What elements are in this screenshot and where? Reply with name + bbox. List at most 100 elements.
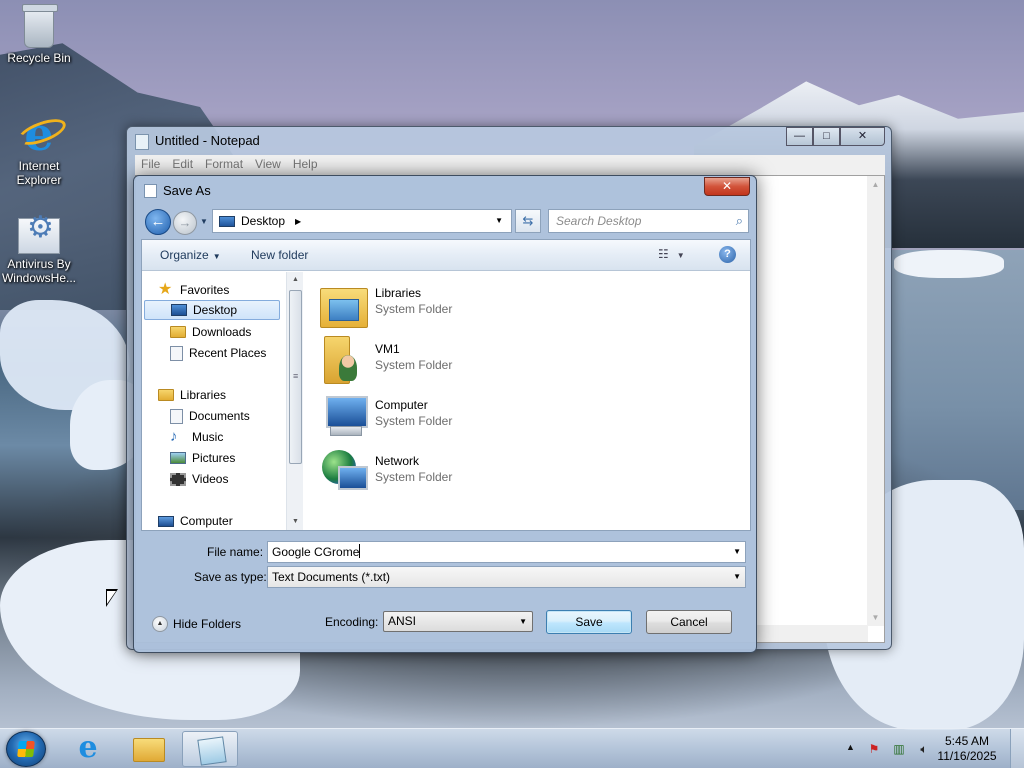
new-folder-button[interactable]: New folder xyxy=(251,248,308,262)
desktop-icon-recycle-bin[interactable]: Recycle Bin xyxy=(1,4,77,65)
address-bar[interactable]: Desktop ▶ ▼ xyxy=(212,209,512,233)
star-icon: ★ xyxy=(158,280,173,298)
desktop-icon-label: Internet Explorer xyxy=(16,159,62,187)
address-dropdown-icon[interactable]: ▼ xyxy=(495,216,503,225)
back-arrow-icon[interactable]: ← xyxy=(145,209,171,235)
internet-explorer-icon: e xyxy=(17,111,61,157)
minimize-button[interactable]: — xyxy=(786,127,813,146)
nav-label: Downloads xyxy=(192,325,252,339)
close-button[interactable]: ✕ xyxy=(840,127,885,146)
documents-icon xyxy=(170,408,183,424)
chevron-down-icon: ▼ xyxy=(676,251,685,260)
item-name: Libraries xyxy=(375,286,422,300)
nav-pictures[interactable]: Pictures xyxy=(170,448,235,468)
mouse-pointer-icon xyxy=(106,589,120,609)
menu-help[interactable]: Help xyxy=(287,155,324,175)
scroll-up-icon[interactable]: ▲ xyxy=(287,272,304,288)
nav-label: Music xyxy=(192,430,224,444)
show-hidden-icons-chevron[interactable]: ▲ xyxy=(846,742,855,752)
item-type: System Folder xyxy=(375,470,453,484)
save-button[interactable]: Save xyxy=(546,610,632,634)
nav-documents[interactable]: Documents xyxy=(170,406,250,426)
taskbar-notepad-icon[interactable] xyxy=(182,731,238,767)
list-item-vm1[interactable]: VM1 System Folder xyxy=(320,336,580,386)
item-name: Computer xyxy=(375,398,428,412)
navigation-pane: ★ Favorites Desktop Downloads Recent Pla… xyxy=(142,272,304,530)
save-as-type-select[interactable]: Text Documents (*.txt) ▼ xyxy=(267,566,746,588)
save-as-dialog: Save As ✕ ← → ▼ Desktop ▶ ▼ ⇆ Search Des… xyxy=(133,175,757,653)
change-view-button[interactable]: ☷ ▼ xyxy=(658,247,685,261)
clock[interactable]: 5:45 AM 11/16/2025 xyxy=(932,734,1002,764)
nav-label: Desktop xyxy=(193,303,238,317)
organize-button[interactable]: Organize ▼ xyxy=(160,248,221,262)
computer-icon xyxy=(158,515,174,527)
window-controls: — □ ✕ xyxy=(786,127,885,146)
save-as-type-value: Text Documents (*.txt) xyxy=(272,570,391,584)
file-browser: Organize ▼ New folder ☷ ▼ ? ★ Favorites De… xyxy=(141,239,751,531)
search-placeholder: Search Desktop xyxy=(556,214,642,228)
background-ice xyxy=(894,250,1004,278)
vertical-scrollbar[interactable]: ▲ ▼ xyxy=(867,176,884,626)
nav-label: Recent Places xyxy=(189,346,267,360)
action-center-flag-icon[interactable]: ⚑ xyxy=(866,742,882,756)
forward-arrow-icon[interactable]: → xyxy=(173,211,197,235)
desktop-location-icon xyxy=(219,215,235,227)
scroll-down-icon[interactable]: ▼ xyxy=(867,609,884,626)
nav-recent-places[interactable]: Recent Places xyxy=(170,343,266,363)
item-type: System Folder xyxy=(375,414,453,428)
chevron-down-icon: ▼ xyxy=(733,572,741,581)
computer-icon xyxy=(320,392,368,440)
desktop-icon-internet-explorer[interactable]: e Internet Explorer xyxy=(1,111,77,187)
start-button[interactable] xyxy=(6,731,46,767)
menu-format[interactable]: Format xyxy=(199,155,249,175)
help-icon[interactable]: ? xyxy=(719,246,736,263)
network-status-icon[interactable]: ▥ xyxy=(891,742,907,756)
nav-pane-scrollbar[interactable]: ▲ ≡ ▼ xyxy=(286,272,303,530)
user-folder-icon xyxy=(324,336,357,384)
desktop-icon-label: Recycle Bin xyxy=(7,51,71,65)
desktop-icon-antivirus[interactable]: Antivirus By WindowsHe... xyxy=(1,218,77,285)
nav-label: Documents xyxy=(189,409,250,423)
refresh-icon[interactable]: ⇆ xyxy=(515,209,541,233)
list-item-computer[interactable]: Computer System Folder xyxy=(320,392,580,442)
scrollbar-thumb[interactable]: ≡ xyxy=(289,290,302,464)
scroll-up-icon[interactable]: ▲ xyxy=(867,176,884,193)
list-item-libraries[interactable]: Libraries System Folder xyxy=(320,280,580,330)
view-icon: ☷ xyxy=(658,247,669,261)
nav-desktop[interactable]: Desktop xyxy=(144,300,280,320)
chevron-down-icon[interactable]: ▼ xyxy=(733,542,741,562)
taskbar-file-explorer-icon[interactable] xyxy=(120,731,176,767)
nav-music[interactable]: ♪ Music xyxy=(170,427,223,447)
file-name-field[interactable]: Google CGrome ▼ xyxy=(267,541,746,563)
notepad-icon xyxy=(135,134,149,150)
dialog-close-button[interactable]: ✕ xyxy=(704,177,750,196)
breadcrumb-chevron-icon[interactable]: ▶ xyxy=(295,217,301,226)
nav-videos[interactable]: Videos xyxy=(170,469,228,489)
encoding-value: ANSI xyxy=(388,614,417,628)
nav-favorites[interactable]: ★ Favorites xyxy=(158,280,229,300)
encoding-select[interactable]: ANSI ▼ xyxy=(383,611,533,632)
search-input[interactable]: Search Desktop ⌕ xyxy=(548,209,749,233)
menu-file[interactable]: File xyxy=(135,155,166,175)
recent-pages-chevron-icon[interactable]: ▼ xyxy=(200,217,208,226)
menu-edit[interactable]: Edit xyxy=(166,155,199,175)
libraries-icon xyxy=(320,288,368,328)
nav-computer[interactable]: Computer xyxy=(158,511,233,530)
scroll-down-icon[interactable]: ▼ xyxy=(287,514,304,530)
nav-downloads[interactable]: Downloads xyxy=(170,322,251,342)
hide-folders-button[interactable]: ▲ Hide Folders xyxy=(152,616,241,632)
volume-muted-icon[interactable]: 🔈︎ xyxy=(916,742,932,756)
show-desktop-button[interactable] xyxy=(1010,729,1024,768)
taskbar: e ▲ ⚑ ▥ 🔈︎ 5:45 AM 11/16/2025 xyxy=(0,728,1024,768)
item-name: VM1 xyxy=(375,342,400,356)
list-item-network[interactable]: Network System Folder xyxy=(320,448,580,498)
desktop-icon-label: Antivirus By WindowsHe... xyxy=(1,257,77,285)
maximize-button[interactable]: □ xyxy=(813,127,840,146)
breadcrumb-desktop[interactable]: Desktop xyxy=(241,214,285,228)
nav-libraries[interactable]: Libraries xyxy=(158,385,226,405)
clock-date: 11/16/2025 xyxy=(937,749,997,763)
cancel-button[interactable]: Cancel xyxy=(646,610,732,634)
menu-view[interactable]: View xyxy=(249,155,287,175)
taskbar-internet-explorer-icon[interactable]: e xyxy=(60,731,116,767)
search-icon: ⌕ xyxy=(735,213,743,228)
